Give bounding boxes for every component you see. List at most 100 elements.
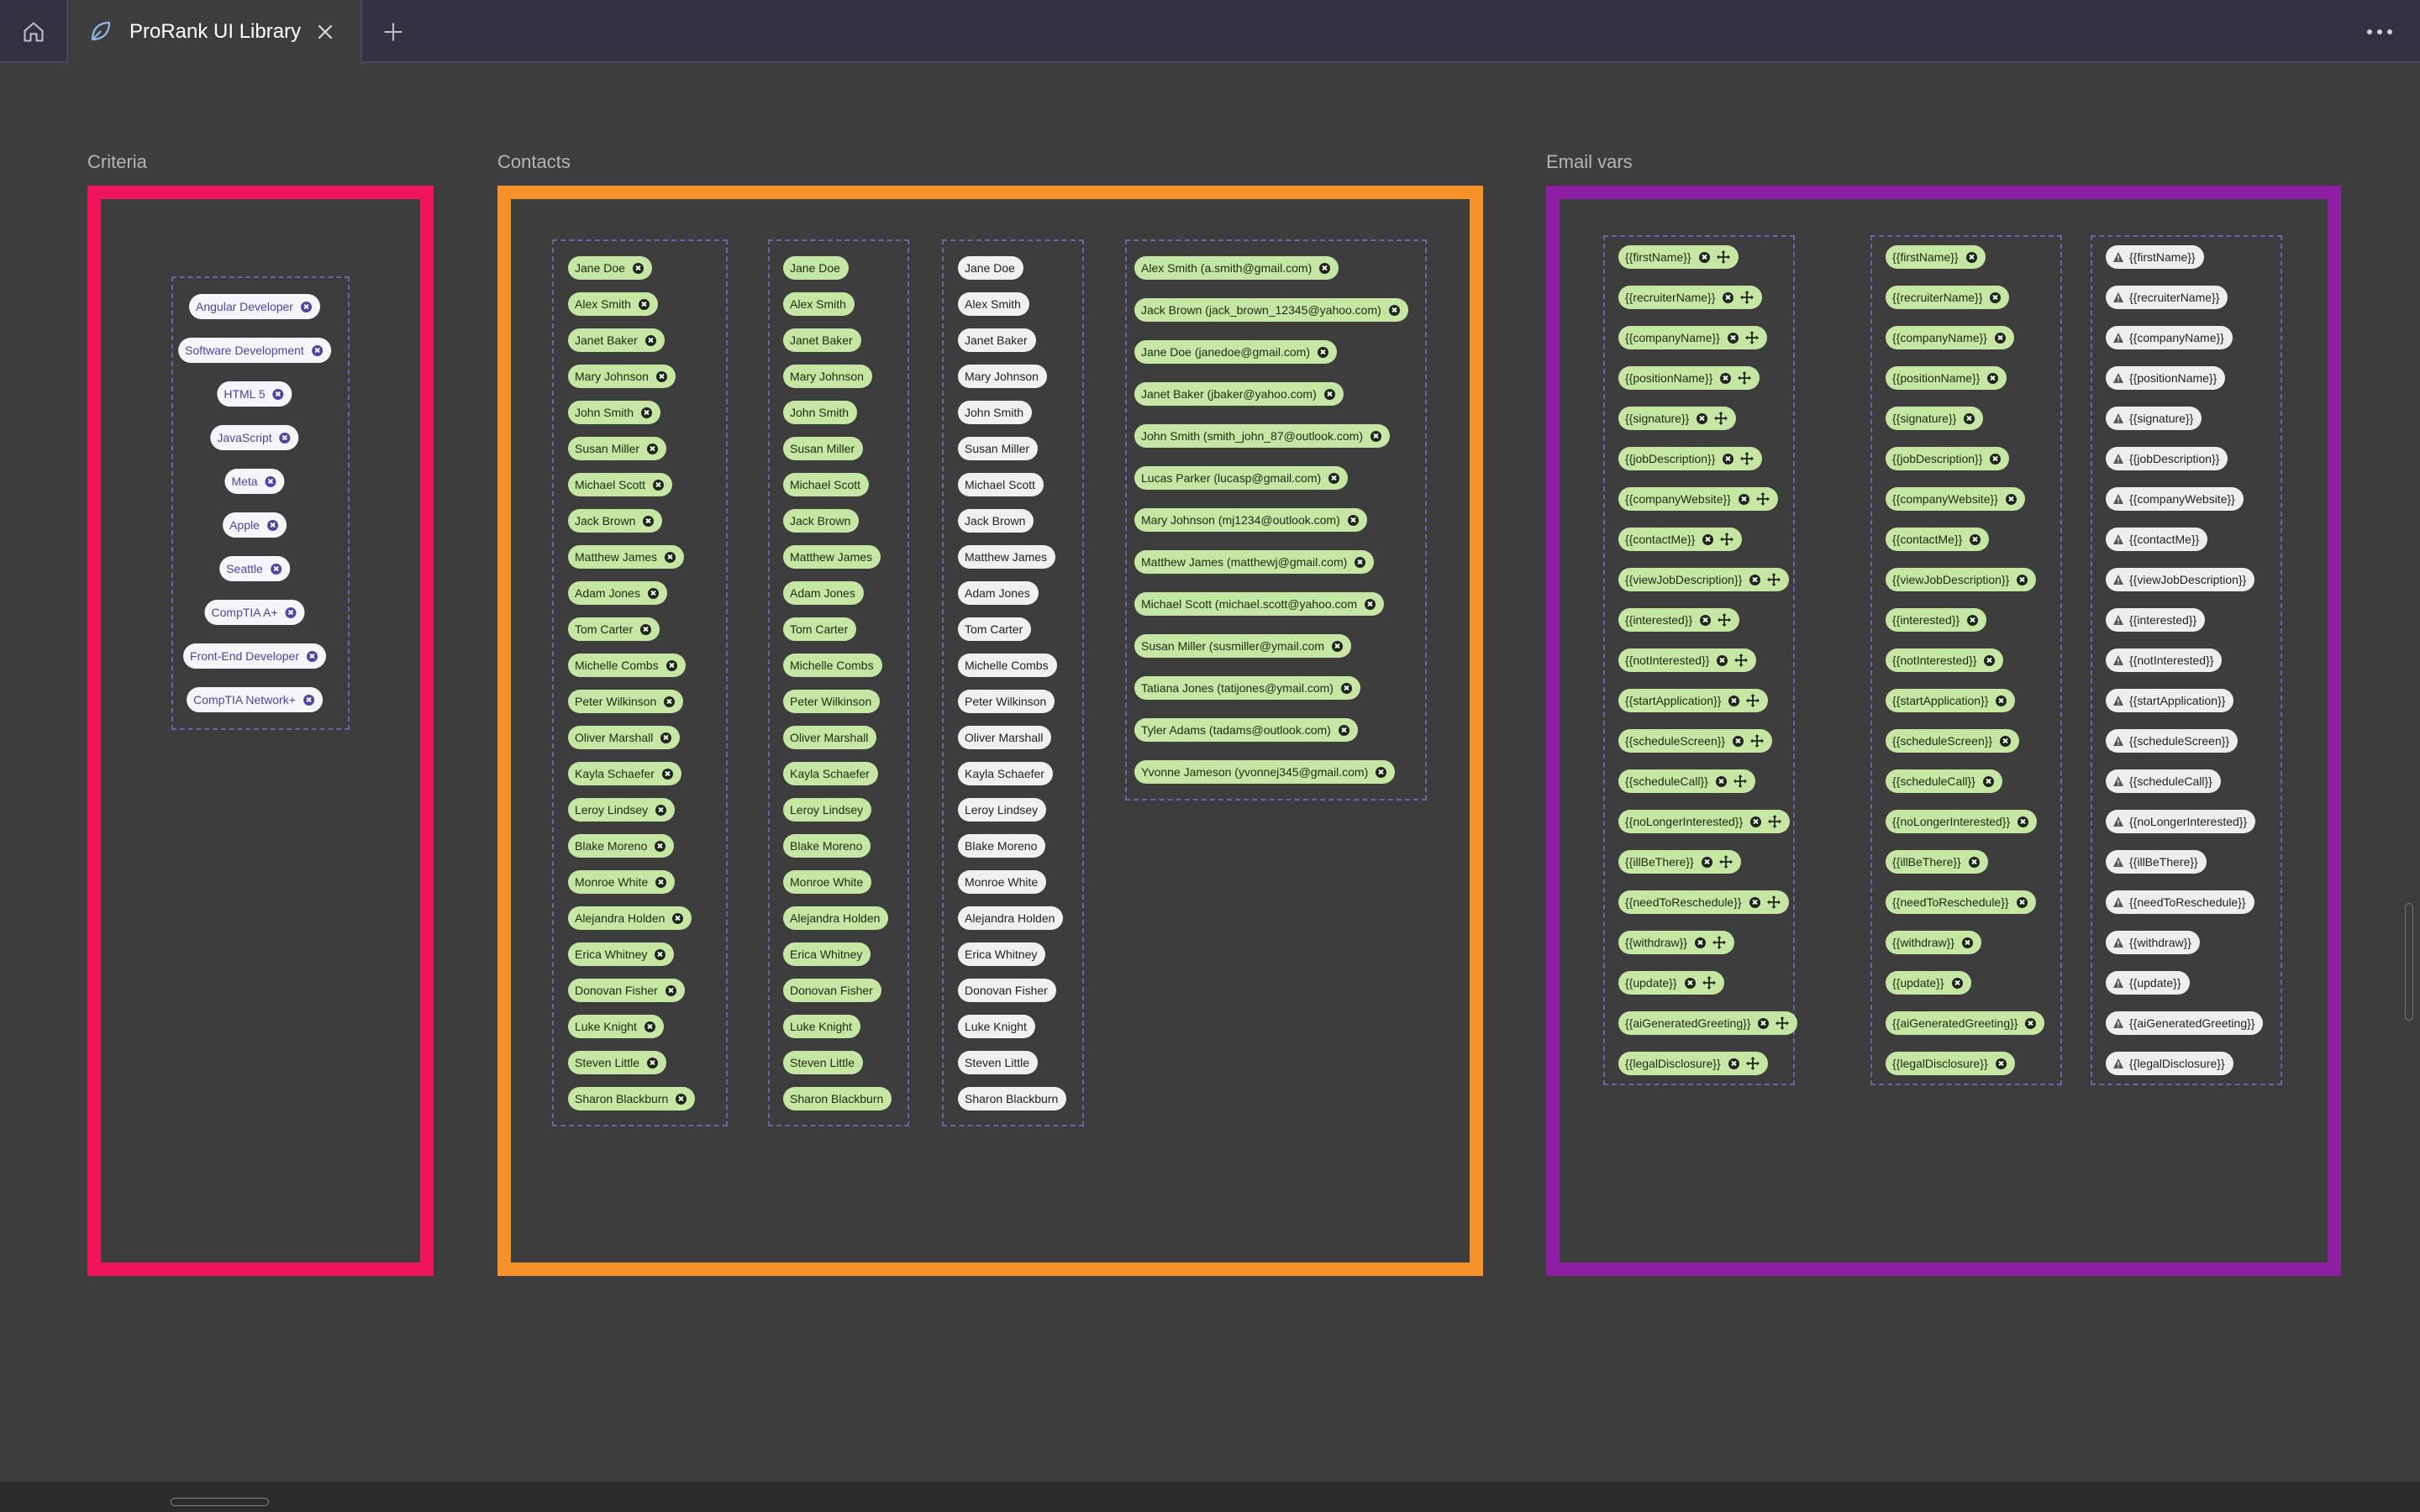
contact-chip-readonly[interactable]: Michelle Combs	[958, 654, 1057, 677]
contact-chip[interactable]: Steven Little	[568, 1051, 667, 1074]
move-icon[interactable]	[1718, 613, 1732, 627]
email-var-warning-chip[interactable]: {{startApplication}}	[2106, 689, 2234, 712]
active-tab[interactable]: ProRank UI Library	[68, 0, 362, 65]
remove-circle-icon[interactable]	[1723, 291, 1734, 303]
email-var-movable-chip[interactable]: {{notInterested}}	[1618, 648, 1757, 672]
remove-circle-icon[interactable]	[1727, 332, 1739, 344]
home-button[interactable]	[0, 0, 68, 63]
remove-circle-icon[interactable]	[1347, 514, 1359, 526]
email-var-warning-chip[interactable]: {{aiGeneratedGreeting}}	[2106, 1011, 2264, 1035]
criteria-chip[interactable]: Software Development	[178, 338, 331, 363]
remove-circle-icon[interactable]	[1984, 654, 1996, 666]
contact-chip-readonly[interactable]: Alejandra Holden	[958, 906, 1064, 930]
email-var-movable-chip[interactable]: {{recruiterName}}	[1618, 286, 1763, 309]
remove-circle-icon[interactable]	[302, 694, 314, 706]
contact-chip-readonly[interactable]: Jane Doe	[958, 256, 1023, 280]
remove-circle-icon[interactable]	[1364, 598, 1376, 610]
contact-chip-readonly[interactable]: Michael Scott	[958, 473, 1044, 496]
remove-circle-icon[interactable]	[1717, 654, 1728, 666]
email-var-movable-chip[interactable]: {{firstName}}	[1618, 245, 1739, 269]
remove-circle-icon[interactable]	[270, 563, 281, 575]
criteria-chip[interactable]: Apple	[223, 512, 287, 538]
remove-circle-icon[interactable]	[1749, 896, 1760, 908]
move-icon[interactable]	[1714, 412, 1728, 425]
email-var-warning-chip[interactable]: {{interested}}	[2106, 608, 2206, 632]
email-var-chip[interactable]: {{signature}}	[1886, 407, 1984, 430]
contact-email-chip[interactable]: John Smith (smith_john_87@outlook.com)	[1134, 424, 1391, 448]
remove-circle-icon[interactable]	[1317, 346, 1328, 358]
remove-circle-icon[interactable]	[265, 475, 276, 487]
remove-circle-icon[interactable]	[2025, 1017, 2037, 1029]
remove-circle-icon[interactable]	[266, 519, 278, 531]
contact-chip[interactable]: Oliver Marshall	[568, 726, 681, 749]
remove-circle-icon[interactable]	[1355, 556, 1366, 568]
contact-email-chip[interactable]: Lucas Parker (lucasp@gmail.com)	[1134, 466, 1349, 490]
remove-circle-icon[interactable]	[655, 370, 667, 382]
remove-circle-icon[interactable]	[1723, 453, 1734, 465]
email-var-warning-chip[interactable]: {{noLongerInterested}}	[2106, 810, 2256, 833]
move-icon[interactable]	[1738, 371, 1752, 385]
contact-chip[interactable]: Sharon Blackburn	[568, 1087, 696, 1110]
email-var-chip[interactable]: {{scheduleScreen}}	[1886, 729, 2020, 753]
email-var-movable-chip[interactable]: {{legalDisclosure}}	[1618, 1052, 1768, 1075]
email-var-warning-chip[interactable]: {{update}}	[2106, 971, 2190, 995]
contact-email-chip[interactable]: Jack Brown (jack_brown_12345@yahoo.com)	[1134, 298, 1408, 322]
remove-circle-icon[interactable]	[285, 606, 297, 618]
remove-circle-icon[interactable]	[1323, 388, 1335, 400]
email-var-chip[interactable]: {{scheduleCall}}	[1886, 769, 2002, 793]
move-icon[interactable]	[1746, 694, 1760, 707]
remove-circle-icon[interactable]	[638, 298, 650, 310]
move-icon[interactable]	[1745, 1057, 1760, 1070]
remove-circle-icon[interactable]	[1987, 372, 1999, 384]
contact-chip-plain[interactable]: Susan Miller	[783, 437, 864, 460]
contact-chip-readonly[interactable]: Leroy Lindsey	[958, 798, 1047, 822]
remove-circle-icon[interactable]	[2016, 896, 2028, 908]
email-var-warning-chip[interactable]: {{viewJobDescription}}	[2106, 568, 2255, 591]
contact-chip-readonly[interactable]: Monroe White	[958, 870, 1047, 894]
email-var-warning-chip[interactable]: {{companyWebsite}}	[2106, 487, 2244, 511]
remove-circle-icon[interactable]	[1738, 493, 1749, 505]
remove-circle-icon[interactable]	[1758, 1017, 1770, 1029]
contact-chip-readonly[interactable]: Mary Johnson	[958, 365, 1047, 388]
email-var-movable-chip[interactable]: {{aiGeneratedGreeting}}	[1618, 1011, 1798, 1035]
contact-chip-readonly[interactable]: Oliver Marshall	[958, 726, 1052, 749]
contact-chip-plain[interactable]: Jack Brown	[783, 509, 860, 533]
criteria-chip[interactable]: JavaScript	[210, 425, 299, 450]
email-var-warning-chip[interactable]: {{jobDescription}}	[2106, 447, 2228, 470]
criteria-chip[interactable]: HTML 5	[217, 381, 292, 407]
more-menu-button[interactable]	[2360, 15, 2400, 49]
remove-circle-icon[interactable]	[1961, 937, 1973, 948]
email-var-movable-chip[interactable]: {{companyName}}	[1618, 326, 1767, 349]
remove-circle-icon[interactable]	[655, 840, 666, 852]
email-var-warning-chip[interactable]: {{firstName}}	[2106, 245, 2204, 269]
email-var-chip[interactable]: {{jobDescription}}	[1886, 447, 2010, 470]
remove-circle-icon[interactable]	[666, 659, 677, 671]
email-var-warning-chip[interactable]: {{companyName}}	[2106, 326, 2233, 349]
contact-chip[interactable]: Jack Brown	[568, 509, 663, 533]
criteria-chip[interactable]: Angular Developer	[189, 294, 320, 319]
remove-circle-icon[interactable]	[676, 1093, 687, 1105]
remove-circle-icon[interactable]	[665, 551, 676, 563]
email-var-movable-chip[interactable]: {{needToReschedule}}	[1618, 890, 1789, 914]
remove-circle-icon[interactable]	[1701, 856, 1712, 868]
remove-circle-icon[interactable]	[1684, 977, 1696, 989]
remove-circle-icon[interactable]	[1728, 1058, 1739, 1069]
remove-circle-icon[interactable]	[1376, 766, 1387, 778]
email-var-chip[interactable]: {{companyWebsite}}	[1886, 487, 2025, 511]
contact-chip-plain[interactable]: Adam Jones	[783, 581, 864, 605]
contact-chip[interactable]: Michelle Combs	[568, 654, 686, 677]
contact-chip-readonly[interactable]: Alex Smith	[958, 292, 1029, 316]
email-var-warning-chip[interactable]: {{recruiterName}}	[2106, 286, 2228, 309]
contact-chip-plain[interactable]: Erica Whitney	[783, 942, 871, 966]
contact-chip[interactable]: Blake Moreno	[568, 834, 675, 858]
email-var-movable-chip[interactable]: {{update}}	[1618, 971, 1724, 995]
email-var-warning-chip[interactable]: {{scheduleCall}}	[2106, 769, 2221, 793]
contact-chip[interactable]: Michael Scott	[568, 473, 673, 496]
remove-circle-icon[interactable]	[1728, 695, 1740, 706]
remove-circle-icon[interactable]	[311, 344, 323, 356]
remove-circle-icon[interactable]	[2005, 493, 2017, 505]
contact-chip[interactable]: Tom Carter	[568, 617, 660, 641]
remove-circle-icon[interactable]	[641, 407, 653, 418]
horizontal-scrollbar[interactable]	[171, 1498, 269, 1506]
remove-circle-icon[interactable]	[1340, 682, 1352, 694]
